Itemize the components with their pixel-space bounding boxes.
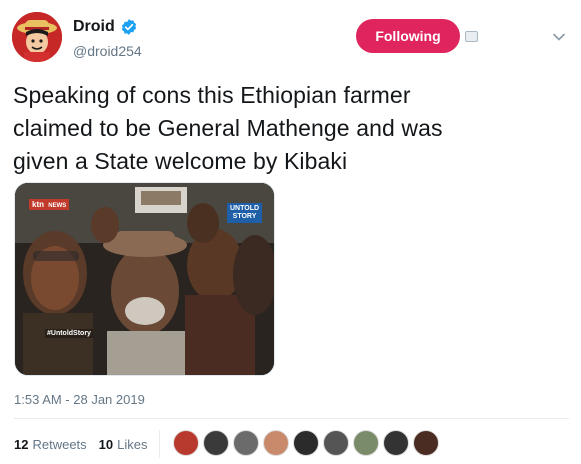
tweet-header: Droid @droid254 Following xyxy=(12,12,569,66)
liker-avatar[interactable] xyxy=(353,430,379,456)
stats-divider xyxy=(159,430,160,458)
user-avatar[interactable] xyxy=(12,12,62,62)
name-row: Droid xyxy=(73,18,138,36)
likes-label: Likes xyxy=(117,437,148,452)
tweet-text-line: given a State welcome by Kibaki xyxy=(13,148,348,174)
likes-count: 10 xyxy=(98,437,114,452)
liker-avatar[interactable] xyxy=(173,430,199,456)
retweets-label: Retweets xyxy=(32,437,87,452)
display-name[interactable]: Droid xyxy=(73,18,115,36)
divider xyxy=(14,418,569,419)
user-handle[interactable]: @droid254 xyxy=(73,43,142,59)
likes-stat[interactable]: 10 Likes xyxy=(99,437,148,452)
caret-down-icon[interactable] xyxy=(552,30,566,44)
retweets-count: 12 xyxy=(14,437,29,452)
verified-icon xyxy=(121,19,136,35)
liker-avatar[interactable] xyxy=(203,430,229,456)
badge-line2: STORY xyxy=(232,213,257,220)
channel-logo: ktn xyxy=(32,200,44,209)
caption-tag: #UntoldStory xyxy=(45,329,93,338)
tweet-text-line: claimed to be General Mathenge and was xyxy=(13,115,443,141)
liker-avatar[interactable] xyxy=(263,430,289,456)
badge-line1: UNTOLD xyxy=(230,205,260,212)
liker-avatars xyxy=(173,430,443,456)
channel-sub: NEWS xyxy=(48,203,67,209)
tweet-timestamp[interactable]: 1:53 AM - 28 Jan 2019 xyxy=(14,392,145,407)
tweet-text: Speaking of cons this Ethiopian farmer c… xyxy=(13,79,568,178)
liker-avatar[interactable] xyxy=(413,430,439,456)
tweet-text-line: Speaking of cons this Ethiopian farmer xyxy=(13,82,411,108)
liker-avatar[interactable] xyxy=(383,430,409,456)
liker-avatar[interactable] xyxy=(323,430,349,456)
tweet-stats: 12 Retweets 10 Likes xyxy=(14,437,160,452)
retweets-stat[interactable]: 12 Retweets xyxy=(14,437,87,452)
liker-avatar[interactable] xyxy=(293,430,319,456)
following-button[interactable]: Following xyxy=(356,19,460,53)
tweet-media-image[interactable]: ktn NEWS UNTOLD STORY #UntoldStory xyxy=(14,182,275,376)
liker-avatar[interactable] xyxy=(233,430,259,456)
translate-icon[interactable] xyxy=(465,31,478,42)
